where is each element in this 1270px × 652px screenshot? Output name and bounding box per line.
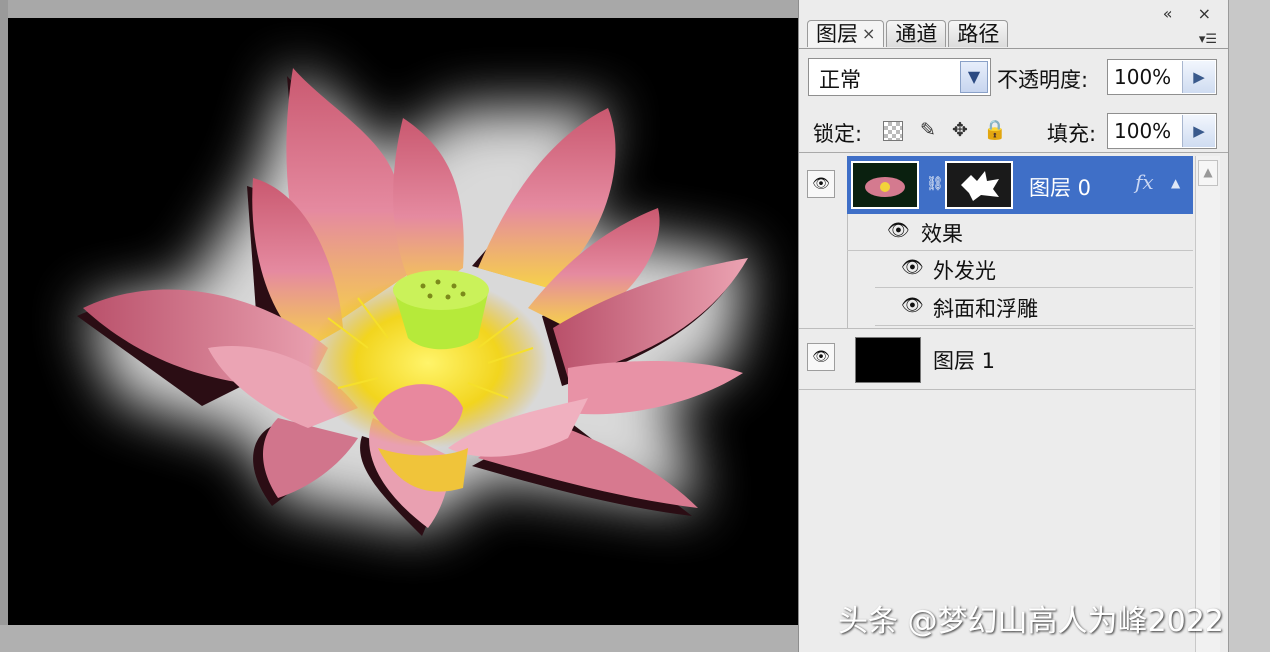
brush-icon[interactable]: ✎ bbox=[917, 118, 939, 142]
panel-window-controls[interactable]: « × bbox=[1163, 4, 1221, 23]
eye-icon[interactable]: 👁 bbox=[901, 295, 924, 316]
panel-menu-icon[interactable]: ▾☰ bbox=[1199, 32, 1217, 47]
effects-label: 效果 bbox=[921, 222, 963, 246]
tab-channels-label: 通道 bbox=[895, 22, 938, 46]
padlock-icon[interactable]: 🔒 bbox=[983, 118, 1007, 142]
fill-field[interactable]: 100% ▶ bbox=[1107, 113, 1217, 149]
scroll-up-icon[interactable]: ▲ bbox=[1198, 160, 1218, 186]
panel-dock-edge bbox=[1228, 0, 1270, 652]
eye-icon[interactable]: 👁 bbox=[807, 343, 835, 371]
collapse-arrow-icon[interactable]: ▲ bbox=[1171, 176, 1180, 190]
layers-list: 👁 ⛓ 图层 0 fx ▲ 👁 效果 👁 外发光 👁 斜面和浮雕 👁 图层 1 bbox=[799, 156, 1195, 652]
lotus-image bbox=[77, 68, 748, 536]
tab-paths[interactable]: 路径 bbox=[948, 20, 1009, 47]
divider bbox=[799, 152, 1229, 153]
layer-row-1[interactable]: 👁 图层 1 bbox=[799, 328, 1195, 390]
lock-transparency-icon[interactable] bbox=[883, 121, 903, 141]
canvas-bottom-margin bbox=[0, 625, 800, 652]
tab-layers[interactable]: 图层 × bbox=[807, 20, 885, 47]
layers-scrollbar[interactable]: ▲ bbox=[1195, 156, 1220, 652]
move-icon[interactable]: ✥ bbox=[949, 118, 971, 142]
tab-divider bbox=[799, 48, 1229, 49]
layers-panel: « × 图层 × 通道 路径 ▾☰ 正常 ▼ 不透明度: 100% ▶ 锁定: … bbox=[798, 0, 1229, 652]
chevron-right-icon[interactable]: ▶ bbox=[1182, 115, 1215, 147]
canvas-left-margin bbox=[0, 0, 8, 652]
fill-label: 填充: bbox=[1047, 122, 1097, 146]
layer-thumbnail[interactable] bbox=[851, 161, 919, 209]
tab-channels[interactable]: 通道 bbox=[886, 20, 947, 47]
opacity-label: 不透明度: bbox=[997, 68, 1089, 92]
tab-close-icon[interactable]: × bbox=[862, 21, 875, 47]
effect-bevel-emboss[interactable]: 👁 斜面和浮雕 bbox=[875, 289, 1193, 326]
layer-name[interactable]: 图层 0 bbox=[1029, 172, 1091, 202]
watermark: 头条 @梦幻山高人为峰2022 bbox=[838, 604, 1224, 639]
document-canvas[interactable] bbox=[8, 18, 798, 625]
effect-outer-glow[interactable]: 👁 外发光 bbox=[875, 251, 1193, 288]
chevron-down-icon[interactable]: ▼ bbox=[960, 61, 988, 93]
opacity-value[interactable]: 100% bbox=[1114, 65, 1171, 89]
layer-mask-thumbnail[interactable] bbox=[945, 161, 1013, 209]
effects-row[interactable]: 👁 效果 bbox=[847, 214, 1193, 251]
chain-link-icon[interactable]: ⛓ bbox=[926, 176, 944, 192]
eye-icon[interactable]: 👁 bbox=[901, 257, 924, 278]
blend-mode-select[interactable]: 正常 ▼ bbox=[808, 58, 991, 96]
chevron-right-icon[interactable]: ▶ bbox=[1182, 61, 1215, 93]
eye-icon[interactable]: 👁 bbox=[807, 170, 835, 198]
effect-name: 斜面和浮雕 bbox=[933, 297, 1038, 321]
lock-label: 锁定: bbox=[813, 122, 863, 146]
opacity-field[interactable]: 100% ▶ bbox=[1107, 59, 1217, 95]
tab-paths-label: 路径 bbox=[957, 22, 1000, 46]
layer-row-0[interactable]: 👁 ⛓ 图层 0 fx ▲ bbox=[799, 156, 1195, 214]
fill-value[interactable]: 100% bbox=[1114, 119, 1171, 143]
fx-icon[interactable]: fx bbox=[1135, 170, 1154, 194]
blend-mode-value: 正常 bbox=[819, 68, 861, 92]
effect-name: 外发光 bbox=[933, 259, 996, 283]
layer-name[interactable]: 图层 1 bbox=[933, 345, 995, 375]
layer-thumbnail[interactable] bbox=[855, 337, 921, 383]
canvas-top-margin bbox=[0, 0, 800, 18]
tab-layers-label: 图层 bbox=[816, 22, 858, 46]
eye-icon[interactable]: 👁 bbox=[887, 220, 910, 241]
panel-tabs: 图层 × 通道 路径 bbox=[807, 20, 1010, 48]
